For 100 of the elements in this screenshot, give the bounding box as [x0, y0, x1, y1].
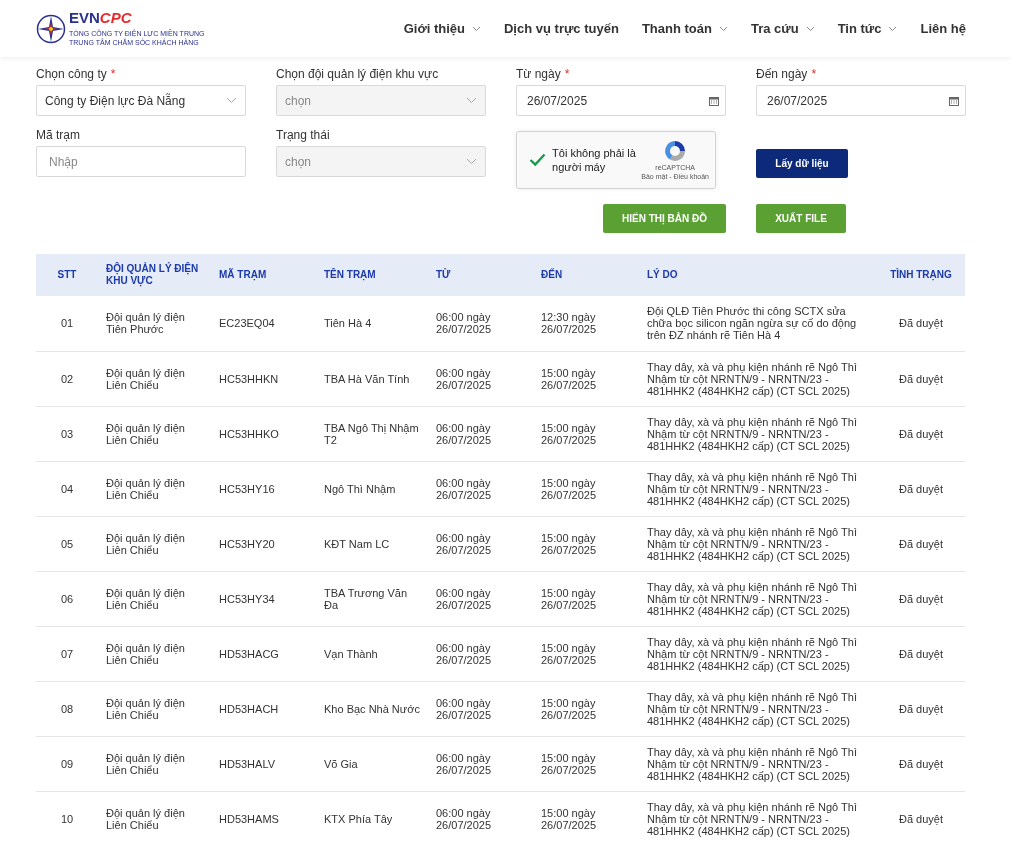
table-cell: 06:00 ngày 26/07/2025 — [436, 421, 492, 446]
chevron-down-icon — [466, 97, 477, 104]
table-cell: Tiên Hà 4 — [324, 317, 372, 330]
table-cell: Đã duyệt — [899, 427, 943, 440]
checkmark-icon[interactable] — [529, 151, 547, 169]
table-cell: TBA Ngô Thị Nhậm T2 — [324, 421, 419, 446]
logo-icon — [36, 13, 66, 44]
chevron-down-icon — [466, 158, 477, 165]
table-cell: 06:00 ngày 26/07/2025 — [436, 751, 492, 776]
table-cell: 03 — [60, 427, 74, 440]
column-header: TÌNH TRẠNG — [890, 269, 952, 280]
required-mark: * — [564, 66, 570, 83]
table-cell: HD53HALV — [219, 757, 276, 770]
table-cell: 15:00 ngày 26/07/2025 — [541, 806, 597, 831]
table-cell: Thay dây, xà và phụ kiện nhánh rẽ Ngô Thì Nhậm từ cột NRNTN/9 - NRNTN/23 - 481HHK2 (484HKH2 cấp) (CT SCL 2025) — [647, 800, 857, 837]
table-cell: 15:00 ngày 26/07/2025 — [541, 696, 597, 721]
table-cell: Đội quản lý điện Liên Chiểu — [106, 806, 185, 831]
table-cell: 06 — [60, 592, 74, 605]
field-label: Trạng thái — [276, 127, 330, 144]
table-cell: Đã duyệt — [899, 647, 943, 660]
table-cell: HD53HAMS — [219, 812, 279, 825]
column-header: STT — [57, 269, 77, 280]
table-cell: 06:00 ngày 26/07/2025 — [436, 806, 492, 831]
table-cell: Vạn Thành — [324, 647, 378, 660]
column-header: LÝ DO — [647, 269, 678, 280]
table-cell: TBA Hà Văn Tính — [324, 372, 410, 385]
table-cell: 15:00 ngày 26/07/2025 — [541, 366, 597, 391]
table-cell: 15:00 ngày 26/07/2025 — [541, 586, 597, 611]
table-cell: Đội quản lý điện Liên Chiểu — [106, 751, 185, 776]
table-cell: Đội quản lý điện Liên Chiểu — [106, 641, 185, 666]
table-cell: Đã duyệt — [899, 482, 943, 495]
date-field[interactable]: 26/07/2025 — [756, 85, 966, 116]
table-cell: Đã duyệt — [899, 537, 943, 550]
table-cell: TBA Trương Văn Đa — [324, 586, 408, 611]
date-field[interactable]: 26/07/2025 — [516, 85, 726, 116]
table-cell: Đã duyệt — [899, 757, 943, 770]
field-label: Đến ngày — [756, 66, 808, 83]
table-cell: Thay dây, xà và phụ kiện nhánh rẽ Ngô Thì Nhậm từ cột NRNTN/9 - NRNTN/23 - 481HHK2 (484HKH2 cấp) (CT SCL 2025) — [647, 470, 857, 507]
table-cell: 02 — [60, 372, 74, 385]
table-cell: Đội quản lý điện Liên Chiểu — [106, 421, 185, 446]
brand-text: EVN — [69, 10, 100, 26]
table-cell: HC53HY20 — [219, 537, 275, 550]
table-cell: 09 — [60, 757, 74, 770]
table-cell: Thay dây, xà và phụ kiện nhánh rẽ Ngô Thì Nhậm từ cột NRNTN/9 - NRNTN/23 - 481HHK2 (484HKH2 cấp) (CT SCL 2025) — [647, 635, 857, 672]
nav-link[interactable]: Tra cứu — [750, 18, 815, 39]
table-cell: 15:00 ngày 26/07/2025 — [541, 641, 597, 666]
table-cell: Đội quản lý điện Tiên Phước — [106, 311, 185, 336]
table-cell: Đã duyệt — [899, 317, 943, 330]
captcha-label: Tôi không phải là người máy — [552, 146, 637, 174]
table-cell: HC53HY34 — [219, 592, 275, 605]
field-label: Chọn công ty — [36, 66, 107, 83]
calendar-icon — [949, 95, 959, 106]
nav-link[interactable]: Liên hệ — [920, 18, 966, 39]
field-label: Chọn đội quản lý điện khu vực — [276, 66, 439, 83]
table-cell: 12:30 ngày 26/07/2025 — [541, 311, 597, 336]
table-cell: 06:00 ngày 26/07/2025 — [436, 476, 492, 501]
table-cell: 05 — [60, 537, 74, 550]
table-cell: Đội quản lý điện Liên Chiểu — [106, 531, 185, 556]
table-cell: Đội QLĐ Tiên Phước thi công SCTX sửa chữa bọc silicon ngăn ngừa sự cố do động trên ĐZ nhánh rẽ Tiên Hà 4 — [647, 305, 857, 342]
fetch-data-button[interactable]: Lấy dữ liệu — [756, 149, 848, 178]
table-cell: KĐT Nam LC — [324, 537, 390, 550]
table-cell: Đã duyệt — [899, 592, 943, 605]
table-cell: 06:00 ngày 26/07/2025 — [436, 696, 492, 721]
table-cell: Kho Bạc Nhà Nước — [324, 702, 420, 715]
table-cell: 08 — [60, 702, 74, 715]
table-cell: 07 — [60, 647, 74, 660]
table-cell: HD53HACH — [219, 702, 279, 715]
table-cell: HC53HHKN — [219, 372, 279, 385]
table-cell: HC53HHKO — [219, 427, 279, 440]
table-cell: 01 — [60, 317, 74, 330]
table-cell: 06:00 ngày 26/07/2025 — [436, 586, 492, 611]
nav-link[interactable]: Dịch vụ trực tuyến — [504, 18, 619, 39]
table-cell: Thay dây, xà và phụ kiện nhánh rẽ Ngô Thì Nhậm từ cột NRNTN/9 - NRNTN/23 - 481HHK2 (484HKH2 cấp) (CT SCL 2025) — [647, 690, 857, 727]
chevron-down-icon — [226, 97, 237, 104]
column-header: MÃ TRẠM — [219, 269, 267, 280]
nav-link[interactable]: Giới thiệu — [403, 18, 481, 39]
select-field[interactable]: Công ty Điện lực Đà Nẵng — [36, 85, 246, 116]
table-cell: Võ Gia — [324, 757, 358, 770]
column-header: TỪ — [436, 269, 451, 280]
required-mark: * — [110, 66, 116, 83]
table-cell: Đội quản lý điện Liên Chiểu — [106, 476, 185, 501]
table-cell: Thay dây, xà và phụ kiện nhánh rẽ Ngô Thì Nhậm từ cột NRNTN/9 - NRNTN/23 - 481HHK2 (484HKH2 cấp) (CT SCL 2025) — [647, 360, 857, 397]
table-cell: Thay dây, xà và phụ kiện nhánh rẽ Ngô Thì Nhậm từ cột NRNTN/9 - NRNTN/23 - 481HHK2 (484HKH2 cấp) (CT SCL 2025) — [647, 745, 857, 782]
field-label: Mã trạm — [36, 127, 80, 144]
calendar-icon — [709, 95, 719, 106]
table-cell: Thay dây, xà và phụ kiện nhánh rẽ Ngô Thì Nhậm từ cột NRNTN/9 - NRNTN/23 - 481HHK2 (484HKH2 cấp) (CT SCL 2025) — [647, 525, 857, 562]
required-mark: * — [811, 66, 817, 83]
table-cell: 15:00 ngày 26/07/2025 — [541, 476, 597, 501]
table-cell: Đã duyệt — [899, 702, 943, 715]
table-cell: Đội quản lý điện Liên Chiểu — [106, 366, 185, 391]
table-cell: 15:00 ngày 26/07/2025 — [541, 751, 597, 776]
column-header: ĐỘI QUẢN LÝ ĐIỆN KHU VỰC — [106, 263, 199, 286]
column-header: TÊN TRẠM — [324, 269, 376, 280]
nav-link[interactable]: Tin tức — [837, 18, 898, 39]
column-header: ĐẾN — [541, 269, 563, 280]
input-field[interactable]: Nhập — [36, 146, 246, 177]
table-cell: 06:00 ngày 26/07/2025 — [436, 311, 492, 336]
nav-link[interactable]: Thanh toán — [641, 18, 728, 39]
table-cell: Đội quản lý điện Liên Chiểu — [106, 696, 185, 721]
brand-text: CPC — [99, 10, 132, 26]
